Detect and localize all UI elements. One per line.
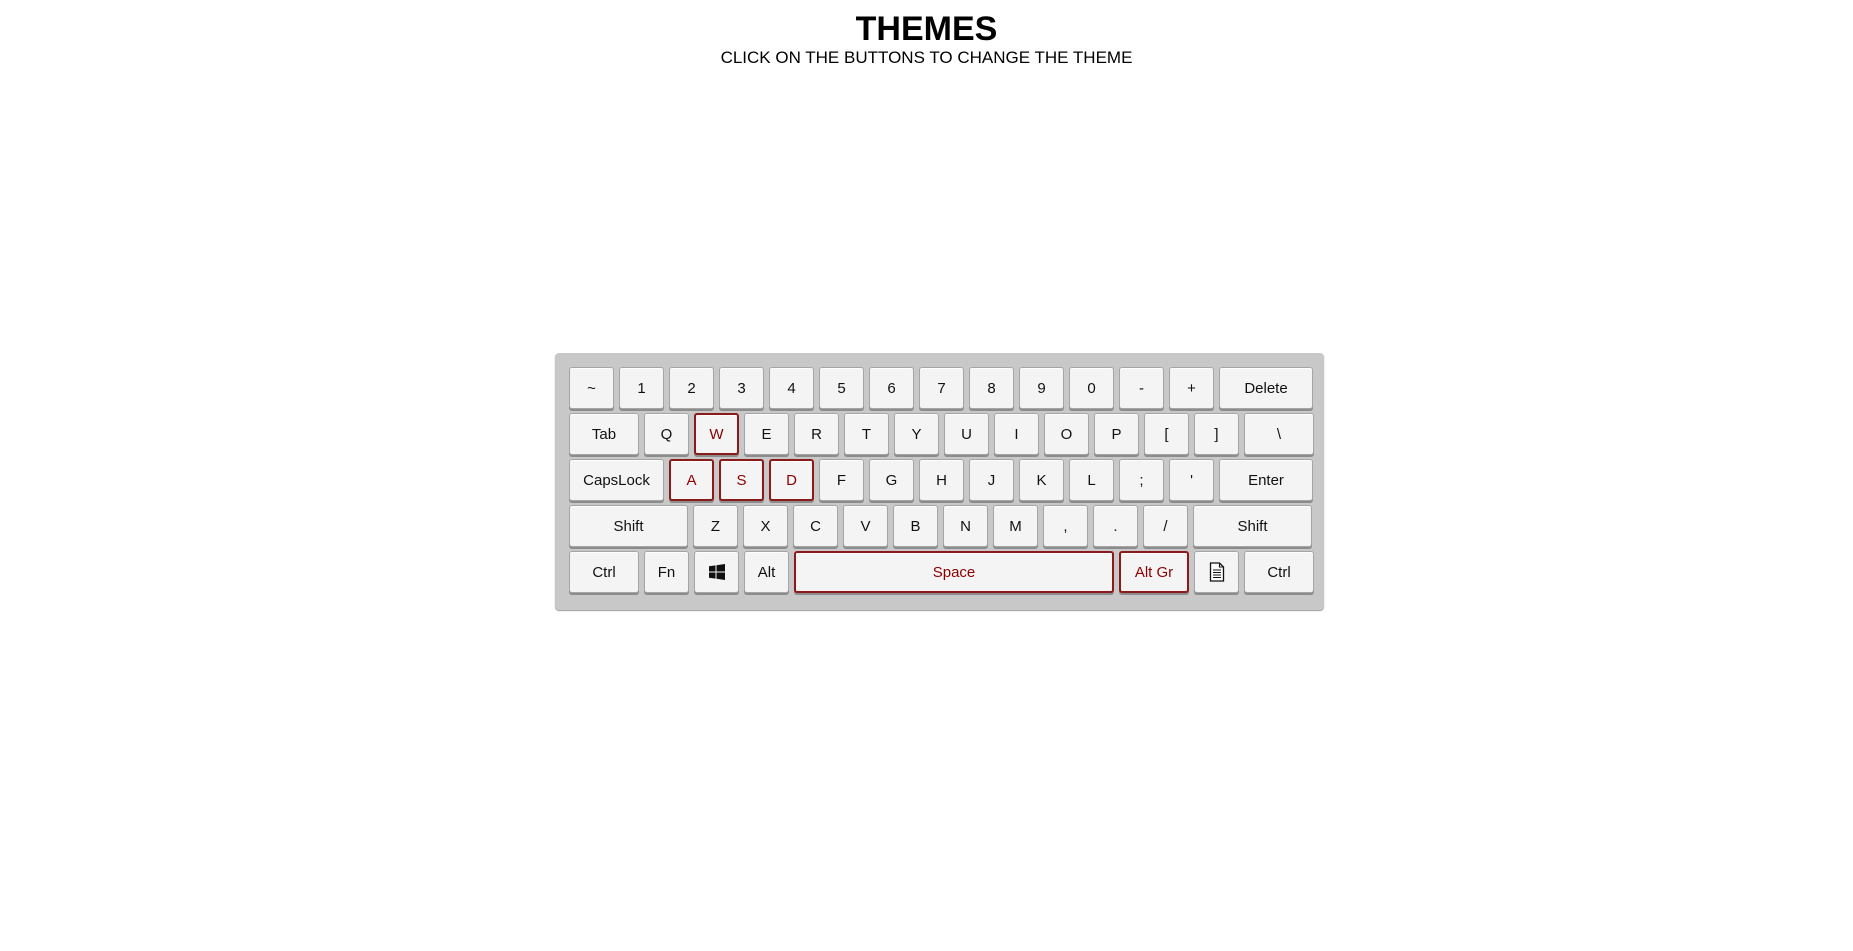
key-0[interactable]: 0 <box>1069 367 1114 409</box>
page-title: THEMES <box>855 10 998 48</box>
keyboard-row-3: CapsLock A S D F G H J K L ; ' Enter <box>569 459 1324 501</box>
key-slash[interactable]: / <box>1143 505 1188 547</box>
key-b[interactable]: B <box>893 505 938 547</box>
theme-key-s[interactable]: S <box>719 459 764 501</box>
key-o[interactable]: O <box>1044 413 1089 455</box>
key-z[interactable]: Z <box>693 505 738 547</box>
keyboard-row-5: Ctrl Fn Alt Space Alt Gr Ctrl <box>569 551 1324 593</box>
key-4[interactable]: 4 <box>769 367 814 409</box>
page-subtitle: CLICK ON THE BUTTONS TO CHANGE THE THEME <box>720 48 1133 67</box>
key-3[interactable]: 3 <box>719 367 764 409</box>
theme-key-a[interactable]: A <box>669 459 714 501</box>
key-u[interactable]: U <box>944 413 989 455</box>
key-ctrl-left[interactable]: Ctrl <box>569 551 639 593</box>
key-v[interactable]: V <box>843 505 888 547</box>
key-2[interactable]: 2 <box>669 367 714 409</box>
key-g[interactable]: G <box>869 459 914 501</box>
key-menu[interactable] <box>1194 551 1239 593</box>
key-capslock[interactable]: CapsLock <box>569 459 664 501</box>
key-semicolon[interactable]: ; <box>1119 459 1164 501</box>
keyboard-row-2: Tab Q W E R T Y U I O P [ ] \ <box>569 413 1324 455</box>
key-ctrl-right[interactable]: Ctrl <box>1244 551 1314 593</box>
key-q[interactable]: Q <box>644 413 689 455</box>
key-9[interactable]: 9 <box>1019 367 1064 409</box>
key-y[interactable]: Y <box>894 413 939 455</box>
key-windows[interactable] <box>694 551 739 593</box>
key-quote[interactable]: ' <box>1169 459 1214 501</box>
key-shift-right[interactable]: Shift <box>1193 505 1312 547</box>
key-minus[interactable]: - <box>1119 367 1164 409</box>
key-alt[interactable]: Alt <box>744 551 789 593</box>
key-8[interactable]: 8 <box>969 367 1014 409</box>
key-period[interactable]: . <box>1093 505 1138 547</box>
key-shift-left[interactable]: Shift <box>569 505 688 547</box>
key-tab[interactable]: Tab <box>569 413 639 455</box>
key-delete[interactable]: Delete <box>1219 367 1313 409</box>
theme-key-space[interactable]: Space <box>794 551 1114 593</box>
key-r[interactable]: R <box>794 413 839 455</box>
key-fn[interactable]: Fn <box>644 551 689 593</box>
key-n[interactable]: N <box>943 505 988 547</box>
theme-key-alt-gr[interactable]: Alt Gr <box>1119 551 1189 593</box>
key-i[interactable]: I <box>994 413 1039 455</box>
key-enter[interactable]: Enter <box>1219 459 1313 501</box>
key-x[interactable]: X <box>743 505 788 547</box>
document-menu-icon <box>1209 562 1224 582</box>
key-p[interactable]: P <box>1094 413 1139 455</box>
theme-key-w[interactable]: W <box>694 413 739 455</box>
keyboard-row-1: ~ 1 2 3 4 5 6 7 8 9 0 - + Delete <box>569 367 1324 409</box>
key-backslash[interactable]: \ <box>1244 413 1314 455</box>
key-tilde[interactable]: ~ <box>569 367 614 409</box>
keyboard-row-4: Shift Z X C V B N M , . / Shift <box>569 505 1324 547</box>
theme-key-d[interactable]: D <box>769 459 814 501</box>
key-m[interactable]: M <box>993 505 1038 547</box>
windows-logo-icon <box>708 564 725 580</box>
key-c[interactable]: C <box>793 505 838 547</box>
key-left-bracket[interactable]: [ <box>1144 413 1189 455</box>
key-j[interactable]: J <box>969 459 1014 501</box>
key-plus[interactable]: + <box>1169 367 1214 409</box>
key-comma[interactable]: , <box>1043 505 1088 547</box>
key-l[interactable]: L <box>1069 459 1114 501</box>
key-e[interactable]: E <box>744 413 789 455</box>
key-6[interactable]: 6 <box>869 367 914 409</box>
key-5[interactable]: 5 <box>819 367 864 409</box>
page-header: THEMES CLICK ON THE BUTTONS TO CHANGE TH… <box>0 0 1853 68</box>
key-t[interactable]: T <box>844 413 889 455</box>
key-k[interactable]: K <box>1019 459 1064 501</box>
key-1[interactable]: 1 <box>619 367 664 409</box>
keyboard: ~ 1 2 3 4 5 6 7 8 9 0 - + Delete Tab Q W… <box>555 353 1324 610</box>
key-7[interactable]: 7 <box>919 367 964 409</box>
key-f[interactable]: F <box>819 459 864 501</box>
key-right-bracket[interactable]: ] <box>1194 413 1239 455</box>
key-h[interactable]: H <box>919 459 964 501</box>
